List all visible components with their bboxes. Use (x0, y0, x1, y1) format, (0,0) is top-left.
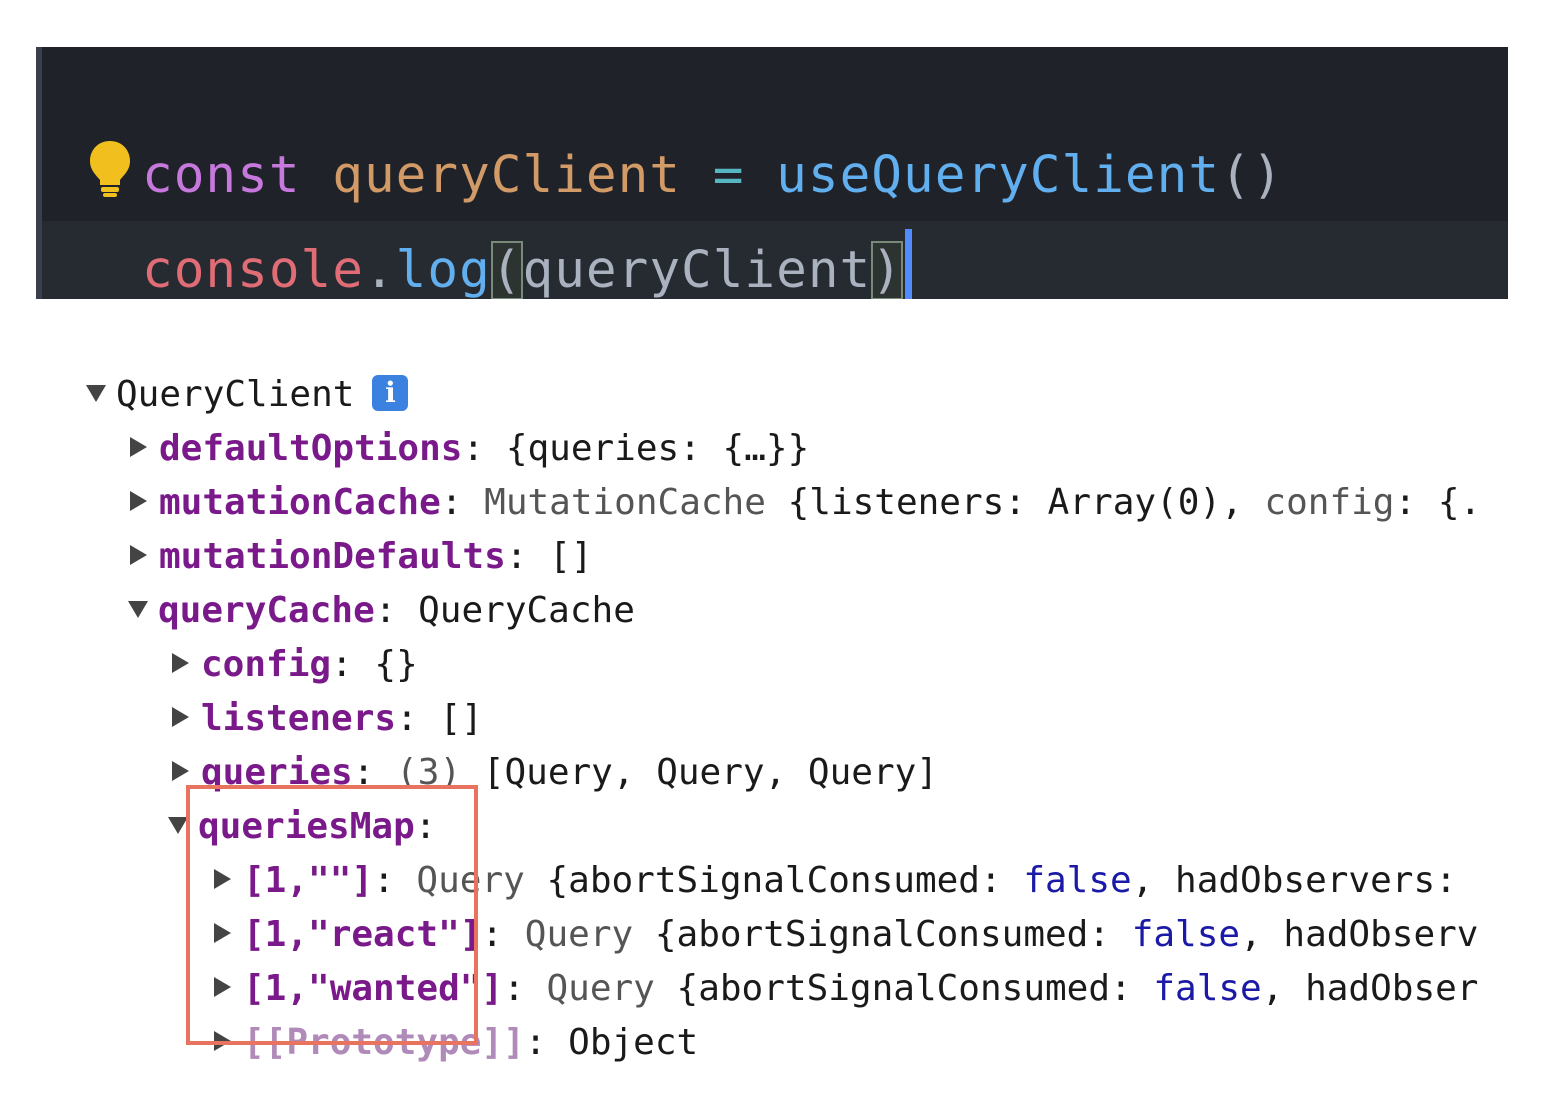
tree-row-map-entry-wanted[interactable]: [1,"wanted"]: Query {abortSignalConsumed… (214, 962, 1478, 1016)
tree-row-listeners[interactable]: listeners: [] (172, 692, 483, 746)
triangle-right-icon[interactable] (130, 437, 147, 457)
property-key: queryCache (158, 590, 375, 631)
code-line-2[interactable]: console.log(queryClient) (142, 229, 912, 299)
colon: : (503, 968, 525, 1009)
code-line-1[interactable]: const queryClient = useQueryClient() (142, 145, 1283, 207)
root-label: QueryClient (116, 374, 355, 415)
tree-row-map-entry-empty[interactable]: [1,""]: Query {abortSignalConsumed: fals… (214, 854, 1457, 908)
array-count: (3) (396, 752, 462, 793)
text-cursor (904, 229, 912, 299)
boolean-value: false (1131, 914, 1241, 955)
triangle-right-icon[interactable] (130, 491, 147, 511)
property-value-tail: , hadObser (1261, 968, 1479, 1009)
triangle-down-icon[interactable] (128, 600, 148, 618)
tree-row-defaultoptions[interactable]: defaultOptions: {queries: {…}} (130, 422, 809, 476)
property-key: defaultOptions (159, 428, 463, 469)
operator-token: = (712, 146, 745, 205)
console-output: QueryClient i defaultOptions: {queries: {… (0, 360, 1554, 1102)
property-value: [] (439, 698, 483, 739)
map-key: [1,"wanted"] (243, 968, 504, 1009)
map-key: [1,""] (243, 860, 374, 901)
open-paren-token: ( (490, 241, 523, 299)
tree-row-querycache[interactable]: queryCache: QueryCache (128, 584, 635, 638)
property-type: Query (546, 968, 655, 1009)
boolean-value: false (1023, 860, 1132, 901)
colon: : (481, 914, 504, 955)
property-value: {listeners: Array(0), (787, 482, 1265, 523)
boolean-value: false (1153, 968, 1262, 1009)
colon: : (414, 806, 437, 847)
colon: : (462, 428, 485, 469)
triangle-right-icon[interactable] (130, 545, 147, 565)
property-value: {queries: {…}} (505, 428, 810, 469)
colon: : (505, 536, 528, 577)
property-value: {abortSignalConsumed: (546, 860, 1024, 901)
triangle-right-icon[interactable] (214, 977, 231, 997)
dot-token: . (363, 241, 396, 299)
property-key: queries (201, 752, 353, 793)
property-type: Query (416, 860, 525, 901)
property-type: Query (524, 914, 634, 955)
property-key: mutationDefaults (159, 536, 506, 577)
property-subkey: config (1264, 482, 1395, 523)
property-value: [] (549, 536, 593, 577)
colon: : (374, 590, 397, 631)
tree-row-mutationcache[interactable]: mutationCache: MutationCache {listeners:… (130, 476, 1481, 530)
triangle-right-icon[interactable] (172, 761, 189, 781)
property-value-tail: , hadObservers: (1131, 860, 1457, 901)
tree-row-queries[interactable]: queries: (3) [Query, Query, Query] (172, 746, 938, 800)
property-value: [Query, Query, Query] (482, 752, 938, 793)
colon: : (331, 644, 353, 685)
triangle-right-icon[interactable] (172, 707, 189, 727)
property-type: MutationCache (484, 482, 766, 523)
property-key: listeners (201, 698, 397, 739)
colon: : (396, 698, 418, 739)
tree-row-config[interactable]: config: {} (172, 638, 418, 692)
property-key: config (201, 644, 332, 685)
triangle-right-icon[interactable] (172, 653, 189, 673)
info-icon[interactable]: i (372, 375, 409, 411)
code-editor[interactable]: const queryClient = useQueryClient() con… (36, 47, 1508, 299)
property-key: queriesMap (198, 806, 415, 847)
colon: : (440, 482, 463, 523)
property-key: mutationCache (159, 482, 441, 523)
tree-row-map-entry-react[interactable]: [1,"react"]: Query {abortSignalConsumed:… (214, 908, 1478, 962)
property-value: {abortSignalConsumed: (676, 968, 1154, 1009)
triangle-down-icon[interactable] (86, 384, 106, 402)
parens-token: () (1220, 146, 1284, 205)
triangle-right-icon[interactable] (214, 1031, 231, 1051)
prototype-key: [[Prototype]] (243, 1022, 525, 1063)
property-value: QueryCache (418, 590, 635, 631)
tree-root-queryclient[interactable]: QueryClient i (86, 368, 409, 422)
map-key: [1,"react"] (243, 914, 482, 955)
close-paren-token: ) (871, 241, 903, 299)
tree-row-queriesmap[interactable]: queriesMap: (168, 800, 436, 854)
triangle-right-icon[interactable] (214, 923, 231, 943)
property-value: {} (374, 644, 418, 685)
property-value-tail: , hadObserv (1240, 914, 1479, 955)
property-value: Object (568, 1022, 699, 1063)
property-value: {abortSignalConsumed: (654, 914, 1132, 955)
triangle-down-icon[interactable] (168, 816, 188, 834)
argument-token: queryClient (522, 241, 872, 299)
colon: : (524, 1022, 547, 1063)
function-token: useQueryClient (776, 146, 1221, 205)
triangle-right-icon[interactable] (214, 869, 231, 889)
tree-row-mutationdefaults[interactable]: mutationDefaults: [] (130, 530, 593, 584)
colon: : (373, 860, 395, 901)
keyword-token: const (142, 146, 301, 205)
property-value-tail: : {. (1394, 482, 1482, 523)
lightbulb-icon[interactable] (88, 139, 132, 199)
variable-token: queryClient (332, 146, 682, 205)
console-object-token: console (142, 241, 364, 299)
tree-row-prototype[interactable]: [[Prototype]]: Object (214, 1016, 698, 1070)
colon: : (352, 752, 375, 793)
log-method-token: log (395, 241, 491, 299)
